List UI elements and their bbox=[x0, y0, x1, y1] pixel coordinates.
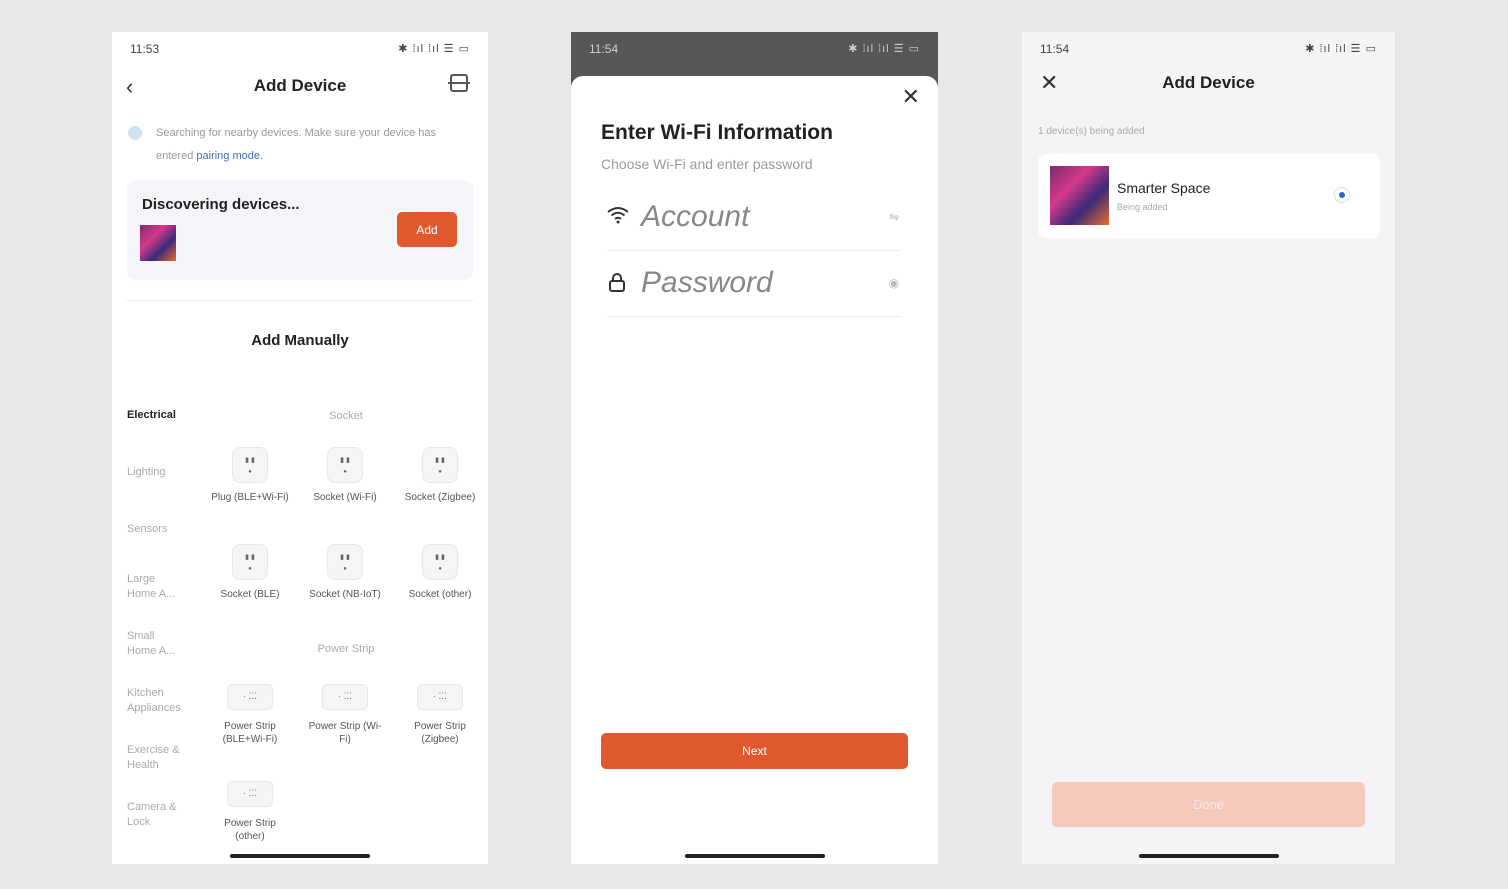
device-socket-nbiot[interactable]: Socket (NB-IoT) bbox=[305, 544, 385, 601]
switch-network-icon[interactable]: ⇋ bbox=[889, 210, 899, 224]
wifi-info-screen: 11:54 ✱ ⁞ıl ⁞ıl ☰ ▭ ✕ Enter Wi-Fi Inform… bbox=[571, 32, 938, 864]
device-label: Socket (NB-IoT) bbox=[309, 589, 381, 600]
socket-icon bbox=[327, 544, 363, 580]
category-kitchen[interactable]: Kitchen Appliances bbox=[127, 686, 191, 716]
page-title: Add Device bbox=[1162, 73, 1255, 92]
status-icons: ✱ ⁞ıl ⁞ıl ☰ ▭ bbox=[848, 43, 920, 55]
close-icon[interactable]: ✕ bbox=[902, 84, 920, 110]
status-bar: 11:53 ✱ ⁞ıl ⁞ıl ☰ ▭ bbox=[130, 42, 470, 58]
socket-icon bbox=[327, 447, 363, 483]
device-label: Plug (BLE+Wi-Fi) bbox=[211, 492, 289, 503]
done-button[interactable]: Done bbox=[1052, 782, 1365, 827]
status-icons: ✱ ⁞ıl ⁞ıl ☰ ▭ bbox=[1305, 43, 1377, 55]
adding-device-screen: 11:54 ✱ ⁞ıl ⁞ıl ☰ ▭ ✕ Add Device 1 devic… bbox=[1022, 32, 1395, 864]
status-bar: 11:54 ✱ ⁞ıl ⁞ıl ☰ ▭ bbox=[1040, 42, 1377, 58]
socket-icon bbox=[422, 544, 458, 580]
password-placeholder: Password bbox=[641, 266, 773, 299]
lock-icon bbox=[607, 272, 627, 297]
power-strip-icon bbox=[227, 684, 273, 710]
sheet-title: Enter Wi-Fi Information bbox=[601, 121, 833, 144]
device-socket-wifi[interactable]: Socket (Wi-Fi) bbox=[305, 447, 385, 504]
home-indicator bbox=[1138, 854, 1279, 858]
status-time: 11:53 bbox=[130, 42, 160, 56]
search-hint: Searching for nearby devices. Make sure … bbox=[156, 122, 466, 168]
device-socket-other[interactable]: Socket (other) bbox=[400, 544, 480, 601]
add-device-screen: 11:53 ✱ ⁞ıl ⁞ıl ☰ ▭ ‹ Add Device Searchi… bbox=[112, 32, 488, 864]
device-thumbnail bbox=[1050, 166, 1109, 225]
category-lighting[interactable]: Lighting bbox=[127, 465, 166, 480]
status-icons: ✱ ⁞ıl ⁞ıl ☰ ▭ bbox=[398, 43, 470, 55]
account-field[interactable]: Account ⇋ bbox=[607, 188, 901, 251]
divider bbox=[126, 300, 474, 301]
wifi-sheet: ✕ Enter Wi-Fi Information Choose Wi-Fi a… bbox=[571, 76, 938, 864]
status-time: 11:54 bbox=[1040, 42, 1070, 56]
discovering-card: Discovering devices... Add bbox=[127, 180, 473, 280]
device-strip-zigbee[interactable]: Power Strip (Zigbee) bbox=[400, 676, 480, 746]
discovering-title: Discovering devices... bbox=[142, 196, 300, 213]
socket-icon bbox=[422, 447, 458, 483]
socket-icon bbox=[232, 544, 268, 580]
home-indicator bbox=[684, 854, 825, 858]
bluetooth-search-icon bbox=[128, 126, 142, 140]
device-thumbnail bbox=[140, 225, 176, 261]
status-bar: 11:54 ✱ ⁞ıl ⁞ıl ☰ ▭ bbox=[589, 42, 920, 58]
section-power-strip: Power Strip bbox=[317, 643, 375, 655]
device-label: Socket (other) bbox=[408, 589, 472, 600]
device-status: Being added bbox=[1117, 202, 1168, 212]
socket-icon bbox=[232, 447, 268, 483]
eye-icon[interactable]: ◉ bbox=[889, 276, 899, 290]
page-title: Add Device bbox=[253, 76, 347, 95]
device-card: Smarter Space Being added bbox=[1038, 154, 1380, 238]
add-button[interactable]: Add bbox=[397, 212, 457, 247]
device-name: Smarter Space bbox=[1117, 180, 1211, 196]
power-strip-icon bbox=[227, 781, 273, 807]
wifi-icon bbox=[607, 206, 629, 229]
power-strip-icon bbox=[322, 684, 368, 710]
status-time: 11:54 bbox=[589, 42, 619, 56]
device-socket-ble[interactable]: Socket (BLE) bbox=[210, 544, 290, 601]
device-label: Socket (BLE) bbox=[220, 589, 280, 600]
device-strip-other[interactable]: Power Strip (other) bbox=[210, 773, 290, 843]
device-label: Socket (Zigbee) bbox=[404, 492, 476, 503]
device-strip-ble-wifi[interactable]: Power Strip (BLE+Wi-Fi) bbox=[210, 676, 290, 746]
device-label: Power Strip (other) bbox=[224, 818, 276, 842]
category-exercise[interactable]: Exercise & Health bbox=[127, 743, 187, 773]
category-camera-lock[interactable]: Camera & Lock bbox=[127, 800, 187, 830]
device-socket-zigbee[interactable]: Socket (Zigbee) bbox=[400, 447, 480, 504]
scan-icon[interactable] bbox=[448, 74, 470, 92]
category-electrical[interactable]: Electrical bbox=[127, 408, 176, 423]
loading-spinner-icon bbox=[1334, 187, 1350, 203]
category-sensors[interactable]: Sensors bbox=[127, 522, 167, 537]
section-socket: Socket bbox=[329, 410, 363, 422]
next-button[interactable]: Next bbox=[601, 733, 908, 769]
device-label: Socket (Wi-Fi) bbox=[313, 492, 377, 503]
adding-count: 1 device(s) being added bbox=[1038, 126, 1145, 137]
password-field[interactable]: Password ◉ bbox=[607, 254, 901, 317]
pairing-mode-link[interactable]: pairing mode. bbox=[196, 150, 263, 162]
power-strip-icon bbox=[417, 684, 463, 710]
category-large-home[interactable]: Large Home A... bbox=[127, 572, 185, 602]
sheet-subtitle: Choose Wi-Fi and enter password bbox=[601, 156, 813, 172]
category-small-home[interactable]: Small Home A... bbox=[127, 629, 185, 659]
add-manually-title: Add Manually bbox=[251, 332, 349, 349]
device-label: Power Strip (BLE+Wi-Fi) bbox=[222, 721, 278, 745]
device-label: Power Strip (Zigbee) bbox=[414, 721, 466, 745]
account-placeholder: Account bbox=[641, 200, 750, 233]
device-label: Power Strip (Wi-Fi) bbox=[308, 721, 382, 745]
device-strip-wifi[interactable]: Power Strip (Wi-Fi) bbox=[305, 676, 385, 746]
device-plug-ble-wifi[interactable]: Plug (BLE+Wi-Fi) bbox=[210, 447, 290, 504]
home-indicator bbox=[230, 854, 370, 858]
